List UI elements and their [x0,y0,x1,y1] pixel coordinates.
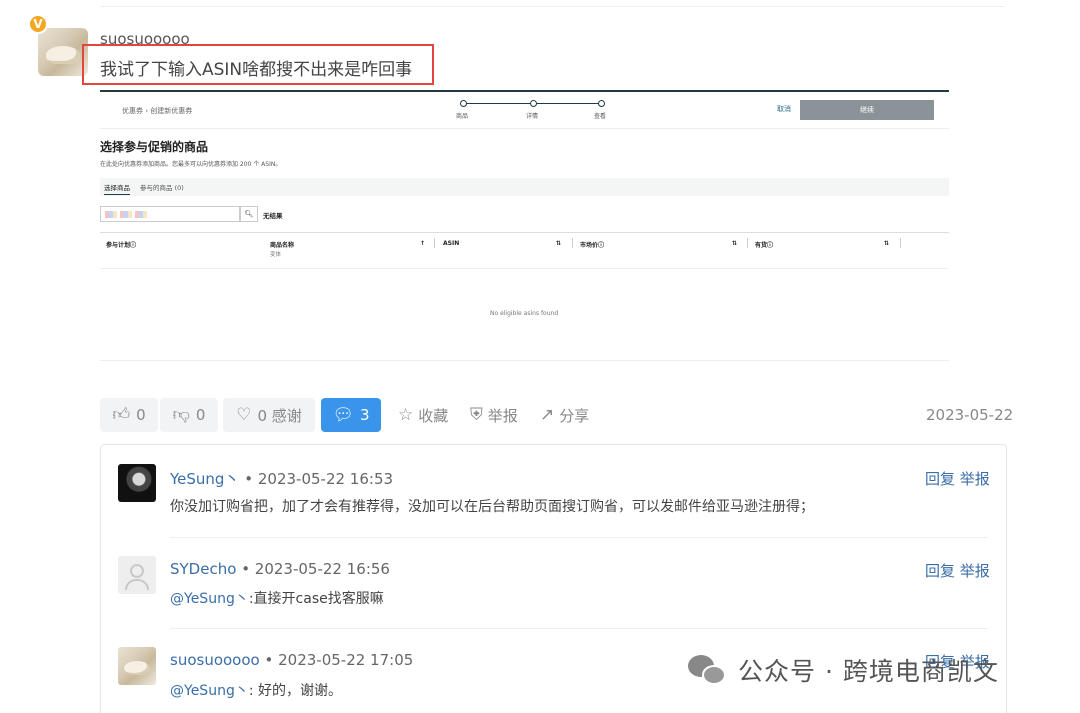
post-question: 我试了下输入ASIN啥都搜不出来是咋回事 [100,60,413,80]
author-avatar[interactable] [38,28,88,76]
tab-select-products: 选择商品 [104,182,130,195]
thumbs-up-icon: 👍︎ [112,404,131,425]
shield-icon: ⛨ [470,404,483,425]
column-header: ASIN [443,240,460,247]
post-date: 2023-05-22 [926,406,1014,424]
comment-time: • 2023-05-22 16:56 [241,560,390,578]
reply-button[interactable]: 回复 [925,562,955,580]
column-header: 参与计划ⓘ [106,242,137,249]
comment-report-button[interactable]: 举报 [960,562,990,580]
column-header: 有货ⓘ [755,242,774,249]
report-button[interactable]: ⛨ 举报 [470,398,518,432]
comment-icon: 💬︎ [332,404,355,425]
mention-link[interactable]: @YeSung丶 [170,683,249,699]
comment-text: @YeSung丶:直接开case找客服嘛 [170,591,384,607]
comment-report-button[interactable]: 举报 [960,470,990,488]
commenter-avatar[interactable] [118,464,156,502]
star-icon: ☆ [398,404,414,425]
like-button[interactable]: 👍︎ 0 [100,398,158,432]
comment-text: @YeSung丶: 好的，谢谢。 [170,683,342,699]
step-label: 查看 [594,113,607,120]
cancel-link: 取消 [777,105,791,113]
comment-divider [170,628,988,629]
embedded-screenshot: 优惠券 › 创建新优惠券 商品 详情 查看 取消 继续 选择参与促销的商品 在此… [100,90,949,362]
asin-search-input [100,206,240,222]
comment-time: • 2023-05-22 17:05 [264,651,414,669]
wechat-icon [686,653,728,687]
progress-steps: 商品 详情 查看 [456,100,607,120]
comment-meta: SYDecho • 2023-05-22 16:56 [170,560,390,578]
sort-icon: ⇅ [556,240,562,247]
sort-icon: ↑ [420,240,426,247]
comments-button[interactable]: 💬︎ 3 [321,398,381,432]
continue-button: 继续 [800,100,934,120]
verified-badge-icon: V [28,14,48,34]
comment-actions: 回复 举报 [925,468,990,489]
comment-time: • 2023-05-22 16:53 [244,470,394,488]
share-icon: ↗ [540,404,555,425]
commenter-name[interactable]: suosuooooo [170,651,260,669]
watermark: 公众号 · 跨境电商凯文 [686,650,999,690]
section-title: 选择参与促销的商品 [100,140,209,154]
reply-button[interactable]: 回复 [925,470,955,488]
commenter-avatar[interactable] [118,647,156,685]
column-subheader: 变体 [270,252,282,258]
empty-state-message: No eligible asins found [490,310,559,317]
heart-icon: ♡ [236,404,252,425]
comment-text: 你没加订购省把，加了才会有推荐得，没加可以在后台帮助页面搜订购省，可以发邮件给亚… [170,499,814,515]
thanks-button[interactable]: ♡ 0 感谢 [223,398,315,432]
column-header: 商品名称 [270,242,295,249]
top-divider [100,6,1005,7]
comment-meta: YeSung丶 • 2023-05-22 16:53 [170,468,393,489]
share-button[interactable]: ↗ 分享 [540,398,589,432]
default-avatar-icon[interactable] [118,556,156,594]
step-label: 商品 [456,113,469,120]
section-description: 在此处向优惠券添加商品。您最多可以向优惠券添加 200 个 ASIN。 [100,161,282,168]
no-result-label: 无结果 [263,212,283,220]
thumbs-down-icon: 👎︎ [172,404,190,425]
redacted-text [105,211,149,218]
favorite-button[interactable]: ☆ 收藏 [398,398,448,432]
breadcrumb: 优惠券 › 创建新优惠券 [122,107,193,115]
tab-participating-products: 参与的商品 (0) [140,184,184,192]
sort-icon: ⇅ [732,240,738,247]
commenter-name[interactable]: SYDecho [170,560,236,578]
comment-actions: 回复 举报 [925,560,990,581]
dislike-button[interactable]: 👎︎ 0 [160,398,218,432]
mention-link[interactable]: @YeSung丶 [170,591,249,607]
search-icon: 🔍︎ [240,206,258,222]
comment-divider [170,537,988,538]
step-label: 详情 [526,113,539,120]
watermark-text: 公众号 · 跨境电商凯文 [738,657,999,686]
comment-meta: suosuooooo • 2023-05-22 17:05 [170,651,413,669]
sort-icon: ⇅ [884,240,890,247]
column-header: 市场价ⓘ [580,242,605,249]
commenter-name[interactable]: YeSung丶 [170,470,239,488]
